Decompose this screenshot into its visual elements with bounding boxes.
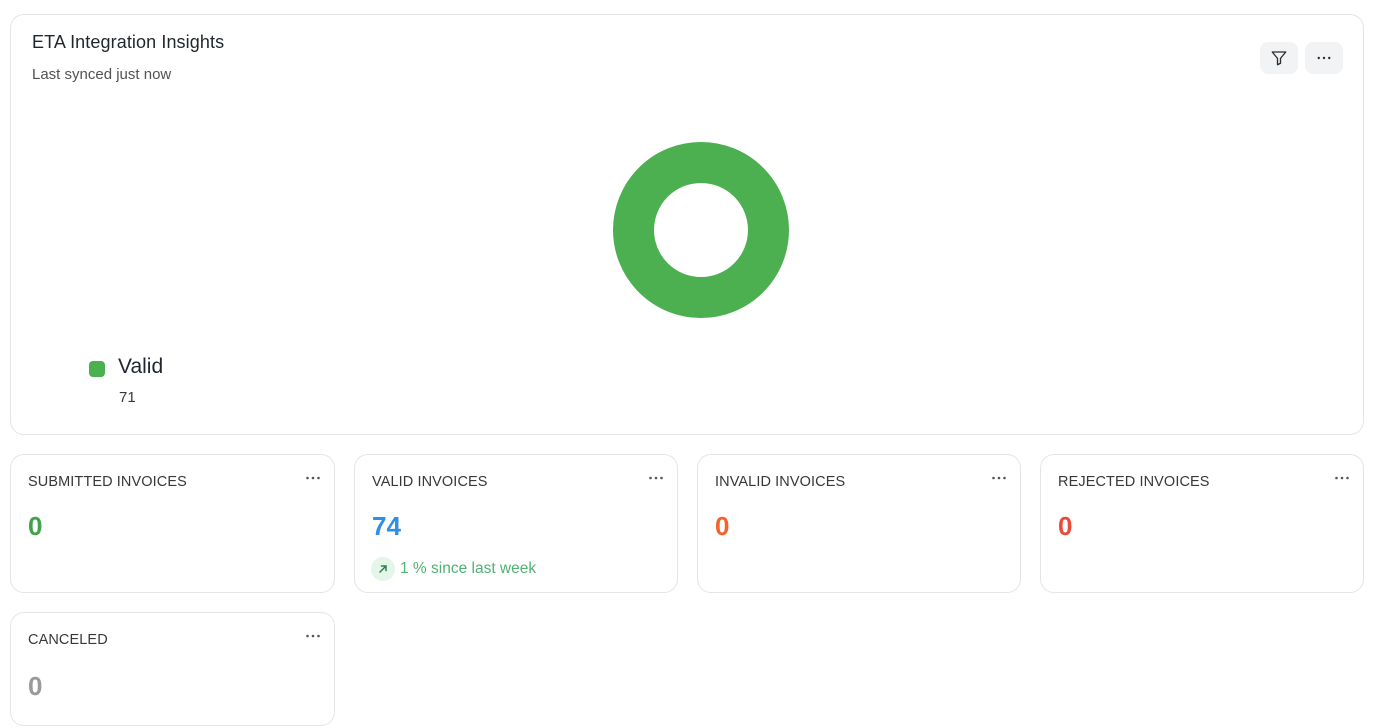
canceled-card: CANCELED 0 xyxy=(10,612,335,726)
stat-value: 0 xyxy=(28,511,43,541)
invalid-invoices-card: INVALID INVOICES 0 xyxy=(697,454,1021,593)
valid-invoices-card: VALID INVOICES 74 1 % since last week xyxy=(354,454,678,593)
stat-label: CANCELED xyxy=(28,632,108,648)
donut-slice-valid[interactable] xyxy=(613,142,789,318)
legend-swatch-valid xyxy=(89,361,105,377)
more-horizontal-icon xyxy=(649,476,663,480)
stat-value: 0 xyxy=(28,671,43,701)
stat-label: REJECTED INVOICES xyxy=(1058,474,1210,490)
arrow-up-right-icon xyxy=(371,557,395,581)
card-menu-button[interactable] xyxy=(1331,471,1353,485)
trend-text: 1 % since last week xyxy=(400,560,537,577)
rejected-invoices-card: REJECTED INVOICES 0 xyxy=(1040,454,1364,593)
more-horizontal-icon xyxy=(306,476,320,480)
card-menu-button[interactable] xyxy=(988,471,1010,485)
stat-value: 0 xyxy=(715,511,730,541)
stat-label: VALID INVOICES xyxy=(372,474,488,490)
card-menu-button[interactable] xyxy=(302,471,324,485)
more-horizontal-icon xyxy=(992,476,1006,480)
card-menu-button[interactable] xyxy=(302,629,324,643)
more-horizontal-icon xyxy=(306,634,320,638)
stat-label: INVALID INVOICES xyxy=(715,474,846,490)
stat-value: 0 xyxy=(1058,511,1073,541)
more-horizontal-icon xyxy=(1335,476,1349,480)
donut-chart xyxy=(613,142,789,318)
insights-chart-card: ETA Integration Insights Last synced jus… xyxy=(10,14,1364,435)
trend-indicator: 1 % since last week xyxy=(371,557,536,581)
stat-label: SUBMITTED INVOICES xyxy=(28,474,187,490)
stat-value: 74 xyxy=(372,511,401,541)
legend-value-valid: 71 xyxy=(119,389,136,406)
legend-label-valid[interactable]: Valid xyxy=(118,355,163,379)
submitted-invoices-card: SUBMITTED INVOICES 0 xyxy=(10,454,335,593)
card-menu-button[interactable] xyxy=(645,471,667,485)
